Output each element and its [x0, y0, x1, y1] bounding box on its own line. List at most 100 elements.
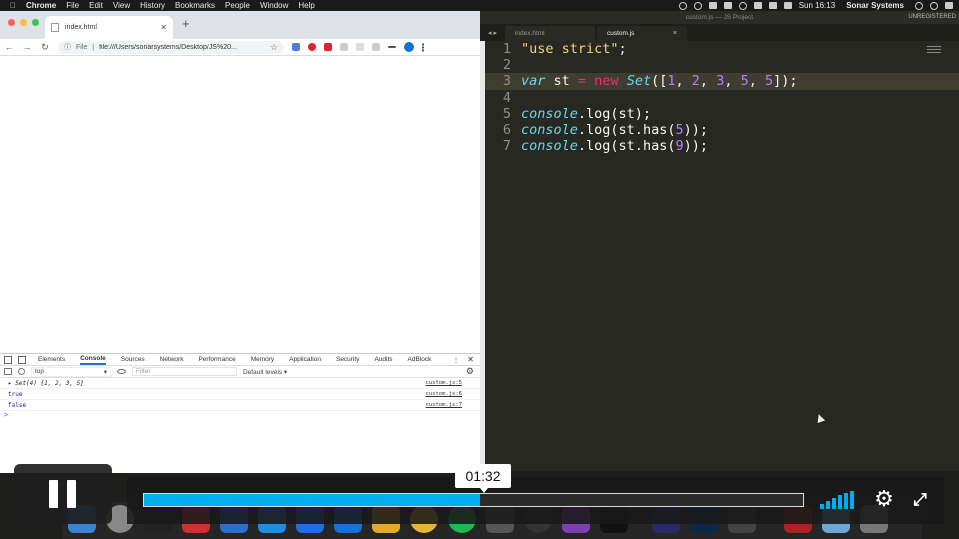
minimap[interactable]	[927, 46, 941, 56]
reload-icon[interactable]: ↻	[40, 42, 50, 53]
menu-file[interactable]: File	[66, 1, 79, 10]
address-bar[interactable]: ⓘ File | file:///Users/sonarsystems/Desk…	[58, 40, 284, 54]
console-log-text[interactable]: ▸ Set(4) {1, 2, 3, 5}	[8, 380, 84, 387]
wifi-icon[interactable]	[753, 2, 762, 9]
macos-menu-bar:  Chrome File Edit View History Bookmark…	[0, 0, 959, 11]
tab-application[interactable]: Application	[289, 356, 321, 363]
menu-app-name[interactable]: Chrome	[26, 1, 56, 10]
close-tab-icon[interactable]: ×	[673, 30, 677, 37]
tab-adblock[interactable]: AdBlock	[408, 356, 432, 363]
apple-icon[interactable]: 	[10, 1, 18, 10]
tab-console[interactable]: Console	[80, 355, 106, 365]
menu-help[interactable]: Help	[298, 1, 314, 10]
profile-avatar[interactable]	[404, 42, 414, 52]
menubar-status-area: Sun 16:13 Sonar Systems	[678, 0, 953, 11]
notification-center-icon[interactable]	[945, 2, 953, 9]
close-tab-icon[interactable]: ✕	[160, 23, 167, 32]
volume-icon[interactable]	[768, 2, 777, 9]
class-token: Set	[626, 73, 652, 90]
number-token: 9	[675, 138, 684, 155]
chrome-menu-icon[interactable]	[422, 42, 424, 52]
battery-icon[interactable]	[783, 2, 792, 9]
close-window-button[interactable]	[8, 19, 15, 26]
extension-icon[interactable]	[292, 43, 300, 51]
extension-icon[interactable]	[340, 43, 348, 51]
punct-token: ,	[748, 73, 765, 90]
forward-icon[interactable]: →	[22, 42, 32, 52]
clear-console-icon[interactable]	[18, 368, 25, 375]
fullscreen-icon[interactable]: ⤢	[910, 490, 930, 510]
sublime-tab-custom-js[interactable]: custom.js ×	[596, 26, 687, 41]
opera-extension-icon[interactable]	[308, 43, 316, 51]
context-selector[interactable]: top ▾	[31, 366, 111, 377]
extension-icon[interactable]	[356, 43, 364, 51]
tab-security[interactable]: Security	[336, 356, 359, 363]
pause-icon	[49, 480, 58, 508]
volume-icon[interactable]	[820, 491, 856, 509]
console-filter-input[interactable]: Filter	[132, 367, 237, 376]
console-settings-icon[interactable]: ⚙	[466, 366, 474, 377]
console-log-row: ▸ Set(4) {1, 2, 3, 5} custom.js:5	[0, 378, 480, 389]
console-log-source[interactable]: custom.js:6	[426, 391, 462, 397]
window-controls	[8, 19, 39, 26]
console-log-source[interactable]: custom.js:7	[426, 402, 462, 408]
inspect-element-icon[interactable]	[4, 355, 12, 364]
cloud-icon[interactable]	[708, 2, 717, 9]
display-icon[interactable]	[723, 2, 732, 9]
tab-memory[interactable]: Memory	[251, 356, 274, 363]
status-icon[interactable]	[693, 1, 702, 10]
chrome-tab-strip: index.html ✕ +	[0, 11, 480, 39]
extension-icon[interactable]	[324, 43, 332, 51]
number-token: 5	[765, 73, 774, 90]
sublime-tab-index-html[interactable]: index.html	[504, 26, 595, 41]
tab-audits[interactable]: Audits	[374, 356, 392, 363]
sidebar-toggle-icon[interactable]	[4, 368, 12, 375]
new-keyword-token: new	[594, 73, 619, 90]
menu-people[interactable]: People	[225, 1, 250, 10]
live-expression-icon[interactable]	[117, 369, 126, 374]
new-tab-button[interactable]: +	[182, 17, 190, 31]
minimize-window-button[interactable]	[20, 19, 27, 26]
time-machine-icon[interactable]	[738, 1, 747, 10]
tab-elements[interactable]: Elements	[38, 356, 65, 363]
menubar-clock[interactable]: Sun 16:13	[799, 1, 835, 10]
tab-performance[interactable]: Performance	[198, 356, 235, 363]
log-levels-dropdown[interactable]: Default levels ▾	[243, 368, 287, 376]
close-devtools-icon[interactable]: ✕	[467, 355, 474, 364]
sublime-tab-label: custom.js	[606, 30, 635, 37]
devtools-menu-icon[interactable]: ⋮	[453, 356, 460, 364]
spotlight-icon[interactable]	[915, 1, 923, 10]
punct-token: ]);	[773, 73, 798, 90]
number-token: 5	[740, 73, 749, 90]
back-icon[interactable]: ←	[4, 42, 14, 52]
zoom-window-button[interactable]	[32, 19, 39, 26]
sublime-window-title: custom.js — JS Project	[685, 14, 754, 21]
info-icon[interactable]: ⓘ	[64, 42, 71, 52]
menu-bookmarks[interactable]: Bookmarks	[175, 1, 215, 10]
bookmark-star-icon[interactable]: ☆	[270, 42, 278, 53]
menu-view[interactable]: View	[113, 1, 130, 10]
menu-edit[interactable]: Edit	[89, 1, 103, 10]
menu-history[interactable]: History	[140, 1, 165, 10]
tab-network[interactable]: Network	[160, 356, 184, 363]
chrome-tab-index[interactable]: index.html ✕	[45, 16, 173, 39]
address-url[interactable]: file:///Users/sonarsystems/Desktop/JS%20…	[99, 44, 265, 51]
video-progress-bar[interactable]	[143, 493, 804, 507]
menu-window[interactable]: Window	[260, 1, 288, 10]
extension-icon[interactable]	[388, 46, 396, 48]
siri-icon[interactable]	[930, 1, 938, 10]
console-log-source[interactable]: custom.js:5	[426, 380, 462, 386]
console-prompt[interactable]: >	[0, 411, 480, 421]
settings-gear-icon[interactable]: ⚙	[873, 488, 895, 510]
device-toolbar-icon[interactable]	[18, 355, 26, 364]
tab-sources[interactable]: Sources	[121, 356, 145, 363]
tab-nav-arrows-icon[interactable]: ◂ ▸	[480, 29, 505, 41]
code-editor[interactable]: 1 "use strict"; 2 3 var st = new Set([1,…	[485, 41, 959, 471]
status-icon[interactable]	[678, 1, 687, 10]
pause-button[interactable]	[14, 464, 112, 524]
menubar-user[interactable]: Sonar Systems	[846, 1, 904, 10]
extension-icon[interactable]	[372, 43, 380, 51]
web-page-content	[0, 56, 480, 364]
devtools-tabs: Elements Console Sources Network Perform…	[0, 354, 480, 366]
call-token: .log(st);	[577, 105, 652, 122]
